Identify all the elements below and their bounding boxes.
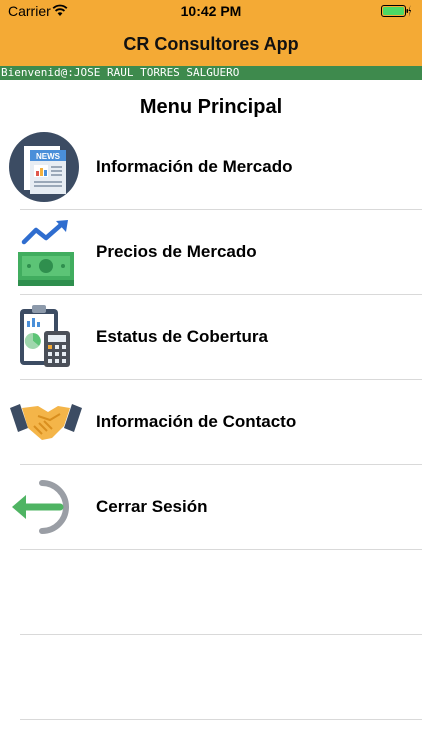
status-bar: Carrier 10:42 PM bbox=[0, 0, 422, 24]
menu-item-label: Precios de Mercado bbox=[96, 242, 257, 261]
navbar-title: CR Consultores App bbox=[123, 34, 299, 54]
money-trend-icon bbox=[18, 220, 74, 286]
clipboard-calculator-icon bbox=[20, 305, 70, 367]
logout-icon bbox=[12, 480, 69, 534]
news-icon: NEWS bbox=[9, 132, 79, 202]
header: Carrier 10:42 PM CR Consultores App bbox=[0, 0, 422, 66]
app-screen: Carrier 10:42 PM CR Consultores App Bien… bbox=[0, 0, 422, 750]
menu-item-label: Cerrar Sesión bbox=[96, 497, 208, 516]
menu-item-label: Estatus de Cobertura bbox=[96, 327, 268, 346]
status-time: 10:42 PM bbox=[180, 3, 242, 19]
divider bbox=[20, 634, 422, 635]
handshake-icon bbox=[10, 404, 82, 440]
menu-item-informacion-mercado[interactable]: NEWS Información de Mercado bbox=[0, 125, 422, 209]
menu-item-label: Información de Mercado bbox=[96, 157, 293, 176]
welcome-banner: Bienvenid@:JOSE RAUL TORRES SALGUERO bbox=[0, 66, 422, 80]
welcome-text: Bienvenid@:JOSE RAUL TORRES SALGUERO bbox=[1, 66, 240, 79]
svg-text:NEWS: NEWS bbox=[36, 152, 61, 161]
menu-item-cerrar-sesion[interactable]: Cerrar Sesión bbox=[0, 465, 422, 549]
menu-item-estatus-cobertura[interactable]: Estatus de Cobertura bbox=[0, 295, 422, 379]
menu-title: Menu Principal bbox=[139, 96, 283, 118]
menu-item-informacion-contacto[interactable]: Información de Contacto bbox=[0, 380, 422, 464]
menu-item-label: Información de Contacto bbox=[96, 412, 297, 431]
menu-item-precios-mercado[interactable]: Precios de Mercado bbox=[0, 210, 422, 294]
divider bbox=[20, 549, 422, 550]
divider bbox=[20, 719, 422, 720]
battery-charging-icon bbox=[381, 5, 411, 17]
